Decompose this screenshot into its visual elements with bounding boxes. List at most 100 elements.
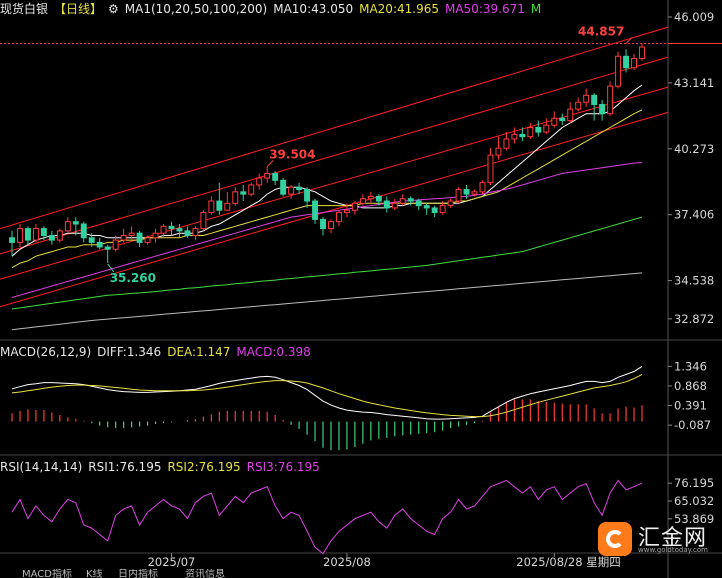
candle-body xyxy=(431,207,438,214)
candle xyxy=(240,184,247,202)
candle xyxy=(192,226,199,241)
candle xyxy=(17,224,23,247)
candle-body xyxy=(160,225,167,234)
candle xyxy=(96,237,103,250)
candle xyxy=(367,191,374,204)
tab-macd[interactable]: MACD指标 xyxy=(22,569,72,578)
macd-diff-line xyxy=(11,365,643,420)
candle-body xyxy=(136,232,143,243)
candle-body xyxy=(471,191,478,195)
price-annotation: 35.260 xyxy=(110,271,156,285)
channel-line xyxy=(0,56,669,255)
macd-dea: DEA:1.147 xyxy=(167,345,231,359)
main-header: 现货白银 【日线】 ⚙ MA1(10,20,50,100,200) MA10:43.05… xyxy=(0,1,547,17)
candle-body xyxy=(40,228,47,236)
candle-body xyxy=(288,186,295,195)
candle-body xyxy=(519,133,526,138)
ma-line-ma50 xyxy=(11,162,643,298)
candle-body xyxy=(264,172,271,179)
candle xyxy=(232,187,239,206)
period-label[interactable]: 【日线】 xyxy=(54,2,102,16)
candle-body xyxy=(184,230,191,236)
candle-body xyxy=(351,202,358,211)
candle-body xyxy=(591,94,598,106)
ma-more-label: M xyxy=(530,2,542,16)
channel-line xyxy=(0,26,669,230)
candle xyxy=(455,187,462,204)
price-tick-label: 32.872 xyxy=(674,312,714,326)
candle-body xyxy=(511,133,518,140)
candle-body xyxy=(64,221,71,232)
candle-body xyxy=(607,85,614,115)
price-tick-label: 34.538 xyxy=(674,274,714,288)
macd-header: MACD(26,12,9) DIFF:1.346 DEA:1.147 MACD:0.3… xyxy=(0,344,317,360)
candle xyxy=(32,224,39,243)
candle xyxy=(583,88,590,107)
candle xyxy=(200,210,207,231)
candle-body xyxy=(24,228,31,241)
candle-body xyxy=(224,202,231,211)
bottom-tabs: MACD指标 K线 日内指标 资讯信息 xyxy=(0,569,722,578)
candle-body xyxy=(383,200,390,209)
candle-body xyxy=(567,108,574,122)
candle xyxy=(168,221,175,236)
ma20-label: MA20:41.965 xyxy=(359,2,439,16)
candle xyxy=(431,205,438,218)
candle xyxy=(559,113,566,126)
rsi3-value: RSI3:76.195 xyxy=(246,460,320,474)
candle xyxy=(48,230,55,245)
macd-diff: DIFF:1.346 xyxy=(97,345,162,359)
candle xyxy=(543,118,550,135)
candle xyxy=(631,53,637,71)
candle xyxy=(487,148,494,185)
candle-body xyxy=(192,228,199,236)
candle-body xyxy=(176,228,183,232)
candle-body xyxy=(320,218,326,230)
candle-body xyxy=(48,234,55,241)
ma-line-ma200 xyxy=(11,272,643,331)
rsi2-value: RSI2:76.195 xyxy=(167,460,241,474)
candle xyxy=(607,81,614,116)
candle xyxy=(120,228,127,243)
candle-body xyxy=(535,126,542,133)
tab-news[interactable]: 资讯信息 xyxy=(185,569,225,578)
macd-value: MACD:0.398 xyxy=(236,345,311,359)
candle-body xyxy=(232,191,239,204)
candle-body xyxy=(415,200,422,207)
candle-body xyxy=(479,182,486,193)
candle xyxy=(527,122,534,139)
candle-body xyxy=(72,221,79,225)
tab-kline[interactable]: K线 xyxy=(86,569,103,578)
candle-body xyxy=(168,225,175,230)
candle xyxy=(312,198,319,224)
tab-intraday[interactable]: 日内指标 xyxy=(118,569,158,578)
candle-body xyxy=(248,184,255,195)
candle xyxy=(176,224,183,238)
candle xyxy=(328,219,334,234)
candle-body xyxy=(296,186,303,191)
candle xyxy=(423,203,430,215)
candle xyxy=(56,228,63,243)
candle-body xyxy=(495,147,502,156)
candle xyxy=(80,221,87,243)
candle-body xyxy=(439,205,446,214)
candle xyxy=(224,191,231,211)
settings-gear-icon[interactable]: ⚙ xyxy=(108,2,119,16)
candle xyxy=(383,196,390,213)
macd-name: MACD(26,12,9) xyxy=(0,345,92,359)
candle-body xyxy=(80,223,87,239)
candle-body xyxy=(208,200,215,214)
candle xyxy=(575,97,582,112)
candle xyxy=(9,230,15,257)
candle xyxy=(216,182,223,215)
candle-body xyxy=(104,246,111,250)
candle xyxy=(136,230,143,247)
candle-body xyxy=(423,205,430,209)
candle xyxy=(639,43,645,61)
candle-body xyxy=(343,209,350,214)
candle xyxy=(391,198,398,211)
candle xyxy=(511,127,518,144)
candle xyxy=(256,173,263,190)
price-tick-label: 37.406 xyxy=(674,208,714,222)
chart-canvas: 44.857 39.504 35.260 46.009 43.141 40.273 37.… xyxy=(0,0,722,578)
